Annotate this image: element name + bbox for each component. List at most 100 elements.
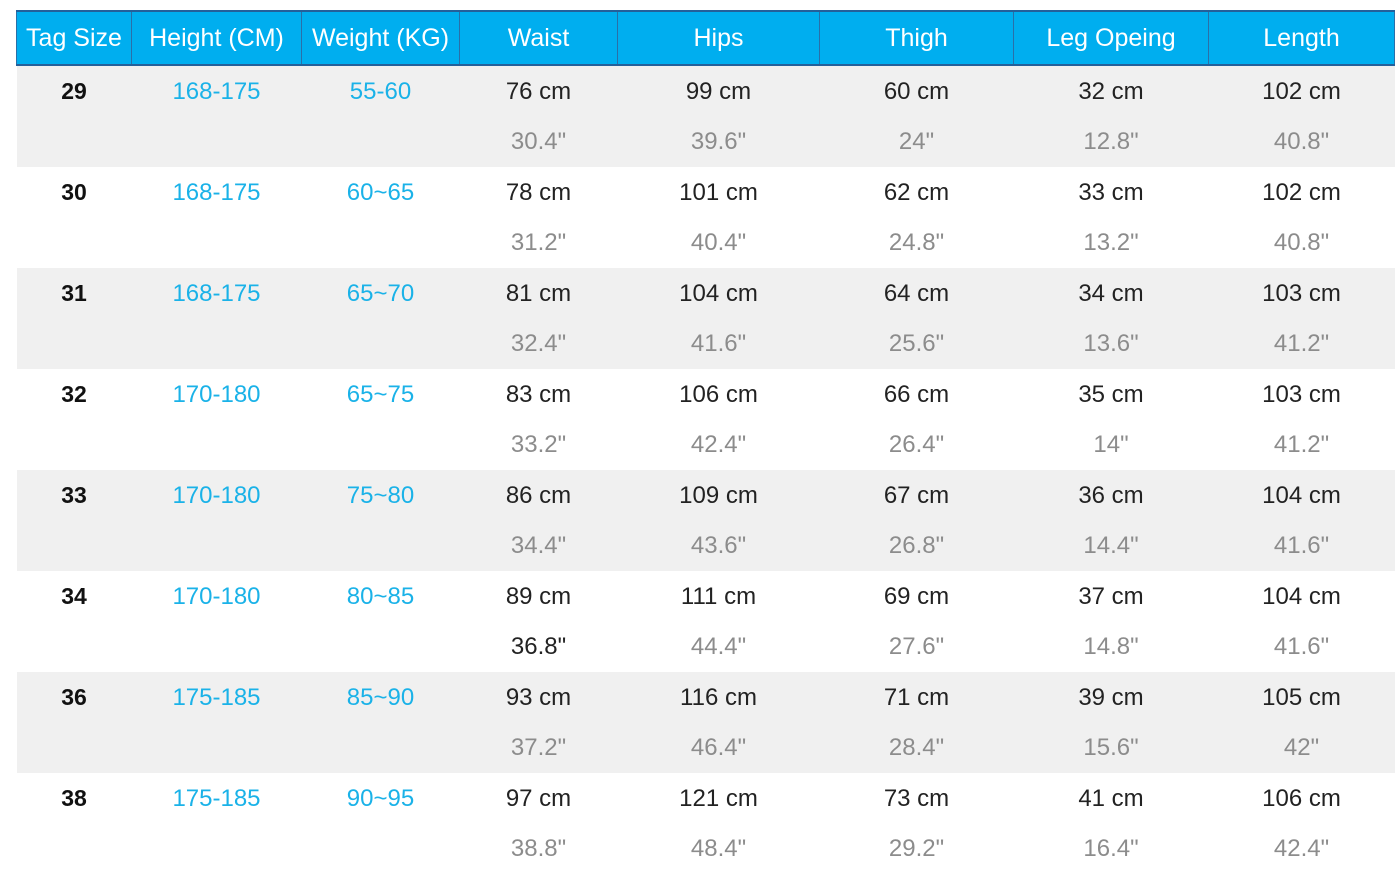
leg-opening-cm-cell: 37 cm [1013,571,1209,622]
waist-inch-cell: 34.4" [459,521,618,571]
table-row: 31 168-175 65~70 81 cm 104 cm 64 cm 34 cm 103 c… [16,268,1395,369]
hips-cm-cell: 116 cm [617,672,820,723]
waist-inch-cell: 32.4" [459,319,618,369]
thigh-cm-cell: 62 cm [819,167,1014,218]
header-row: Tag Size Height (CM) Weight (KG) Waist H… [16,10,1395,66]
tag-size-cell: 32 [16,369,132,470]
header-hips: Hips [617,10,820,66]
waist-cm-cell: 97 cm [459,773,618,824]
height-cell: 170-180 [131,470,302,571]
waist-cm-cell: 78 cm [459,167,618,218]
leg-opening-inch-cell: 16.4" [1013,824,1209,874]
tag-size-cell: 33 [16,470,132,571]
length-inch-cell: 41.2" [1208,420,1395,470]
leg-opening-cm-cell: 41 cm [1013,773,1209,824]
height-cell: 175-185 [131,672,302,773]
hips-inch-cell: 41.6" [617,319,820,369]
thigh-inch-cell: 24.8" [819,218,1014,268]
length-cm-cell: 105 cm [1208,672,1395,723]
header-thigh: Thigh [819,10,1014,66]
hips-cm-cell: 121 cm [617,773,820,824]
leg-opening-cm-cell: 39 cm [1013,672,1209,723]
leg-opening-inch-cell: 14" [1013,420,1209,470]
hips-inch-cell: 42.4" [617,420,820,470]
thigh-inch-cell: 24" [819,117,1014,167]
tag-size-cell: 31 [16,268,132,369]
leg-opening-inch-cell: 13.2" [1013,218,1209,268]
weight-cell: 85~90 [301,672,460,773]
table-row: 29 168-175 55-60 76 cm 99 cm 60 cm 32 cm 102 cm [16,65,1395,167]
waist-cm-cell: 83 cm [459,369,618,420]
thigh-inch-cell: 29.2" [819,824,1014,874]
length-cm-cell: 104 cm [1208,571,1395,622]
weight-cell: 80~85 [301,571,460,672]
length-cm-cell: 102 cm [1208,65,1395,117]
thigh-cm-cell: 69 cm [819,571,1014,622]
header-leg-opening: Leg Opeing [1013,10,1209,66]
table-row: 38 175-185 90~95 97 cm 121 cm 73 cm 41 cm 106 c… [16,773,1395,874]
thigh-cm-cell: 73 cm [819,773,1014,824]
table-row: 34 170-180 80~85 89 cm 111 cm 69 cm 37 cm 104 c… [16,571,1395,672]
height-cell: 170-180 [131,571,302,672]
table-row: 32 170-180 65~75 83 cm 106 cm 66 cm 35 cm 103 c… [16,369,1395,470]
waist-inch-cell: 38.8" [459,824,618,874]
header-weight: Weight (KG) [301,10,460,66]
length-inch-cell: 42.4" [1208,824,1395,874]
thigh-cm-cell: 71 cm [819,672,1014,723]
waist-cm-cell: 76 cm [459,65,618,117]
tag-size-cell: 36 [16,672,132,773]
hips-inch-cell: 46.4" [617,723,820,773]
thigh-inch-cell: 26.4" [819,420,1014,470]
height-cell: 168-175 [131,167,302,268]
hips-inch-cell: 43.6" [617,521,820,571]
thigh-cm-cell: 64 cm [819,268,1014,319]
hips-cm-cell: 99 cm [617,65,820,117]
leg-opening-inch-cell: 15.6" [1013,723,1209,773]
hips-cm-cell: 111 cm [617,571,820,622]
length-inch-cell: 41.6" [1208,622,1395,672]
tag-size-cell: 34 [16,571,132,672]
height-cell: 168-175 [131,65,302,167]
hips-cm-cell: 101 cm [617,167,820,218]
leg-opening-inch-cell: 12.8" [1013,117,1209,167]
hips-inch-cell: 40.4" [617,218,820,268]
leg-opening-cm-cell: 35 cm [1013,369,1209,420]
thigh-inch-cell: 25.6" [819,319,1014,369]
size-table: Tag Size Height (CM) Weight (KG) Waist H… [16,10,1395,874]
leg-opening-inch-cell: 14.8" [1013,622,1209,672]
length-cm-cell: 104 cm [1208,470,1395,521]
thigh-cm-cell: 66 cm [819,369,1014,420]
thigh-inch-cell: 28.4" [819,723,1014,773]
height-cell: 168-175 [131,268,302,369]
waist-cm-cell: 86 cm [459,470,618,521]
table-row: 33 170-180 75~80 86 cm 109 cm 67 cm 36 cm 104 c… [16,470,1395,571]
size-chart: Tag Size Height (CM) Weight (KG) Waist H… [16,10,1395,874]
leg-opening-cm-cell: 34 cm [1013,268,1209,319]
thigh-inch-cell: 26.8" [819,521,1014,571]
hips-inch-cell: 39.6" [617,117,820,167]
waist-cm-cell: 89 cm [459,571,618,622]
length-inch-cell: 41.2" [1208,319,1395,369]
hips-cm-cell: 106 cm [617,369,820,420]
tag-size-cell: 30 [16,167,132,268]
waist-inch-cell: 30.4" [459,117,618,167]
leg-opening-inch-cell: 14.4" [1013,521,1209,571]
hips-cm-cell: 109 cm [617,470,820,521]
weight-cell: 75~80 [301,470,460,571]
header-waist: Waist [459,10,618,66]
height-cell: 170-180 [131,369,302,470]
length-inch-cell: 40.8" [1208,117,1395,167]
weight-cell: 55-60 [301,65,460,167]
length-cm-cell: 102 cm [1208,167,1395,218]
weight-cell: 60~65 [301,167,460,268]
length-cm-cell: 103 cm [1208,268,1395,319]
table-row: 30 168-175 60~65 78 cm 101 cm 62 cm 33 cm 102 c… [16,167,1395,268]
leg-opening-cm-cell: 32 cm [1013,65,1209,117]
hips-cm-cell: 104 cm [617,268,820,319]
weight-cell: 65~70 [301,268,460,369]
hips-inch-cell: 48.4" [617,824,820,874]
leg-opening-cm-cell: 33 cm [1013,167,1209,218]
thigh-inch-cell: 27.6" [819,622,1014,672]
hips-inch-cell: 44.4" [617,622,820,672]
tag-size-cell: 29 [16,65,132,167]
